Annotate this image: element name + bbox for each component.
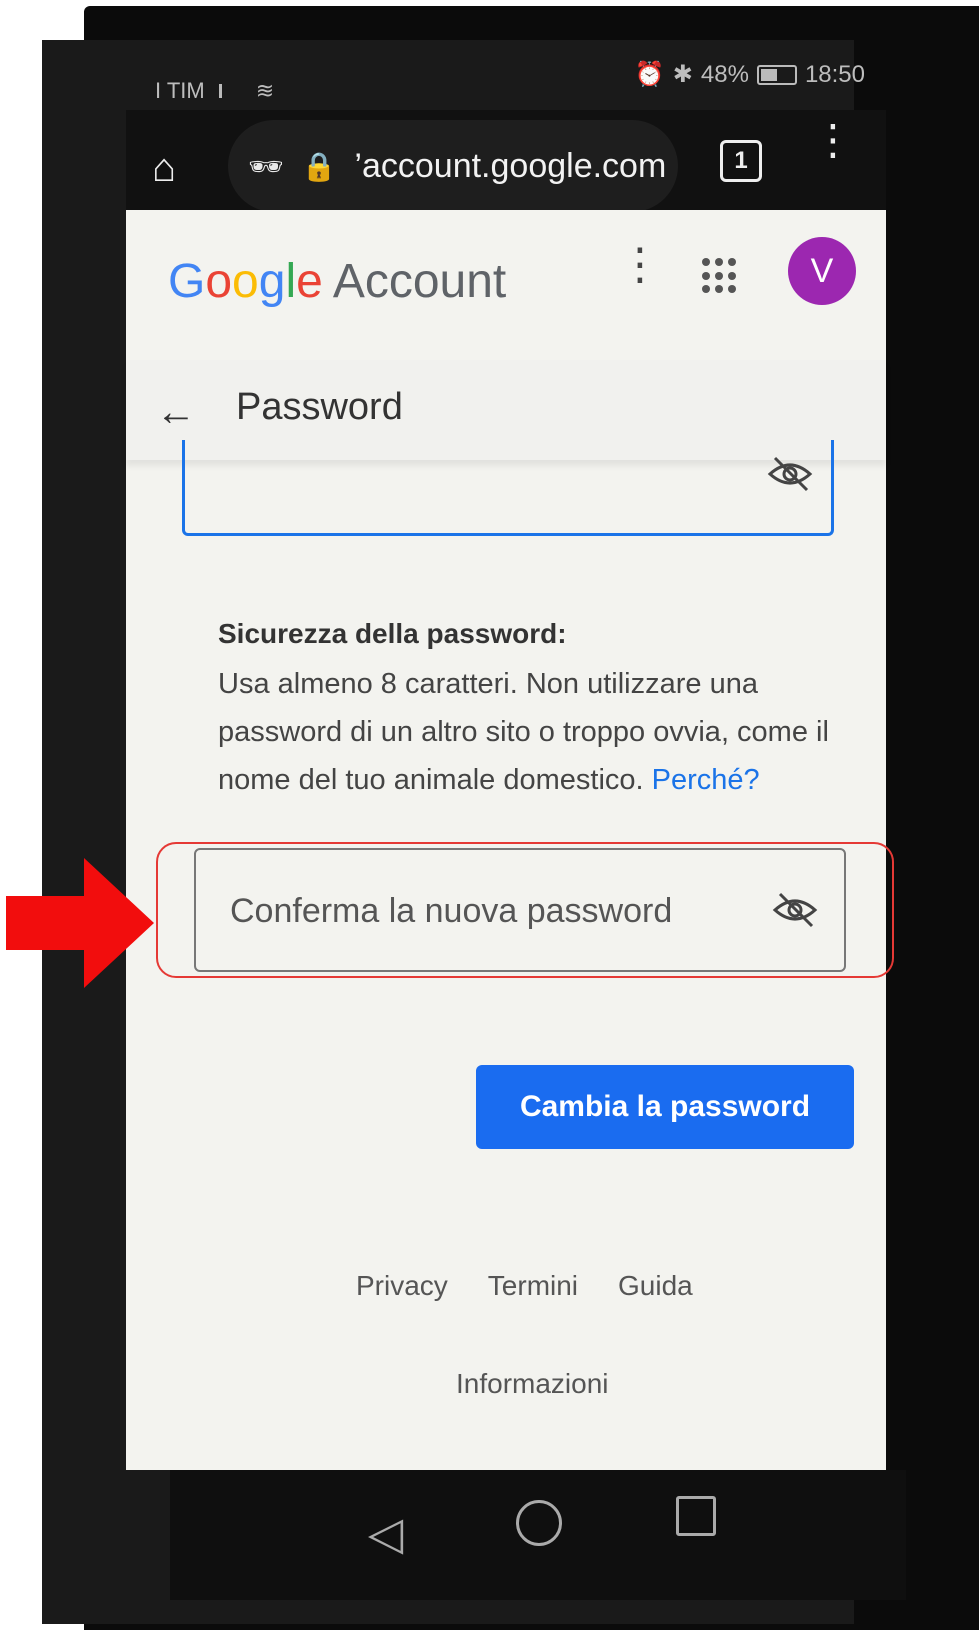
annotation-highlight-box: [156, 842, 894, 978]
annotation-arrow-icon: [6, 858, 154, 988]
browser-toolbar: ⌂ 🕶 🔒 ’account.google.com 1 ⋮: [126, 110, 886, 220]
battery-icon: [756, 64, 797, 85]
signal-icon: [218, 84, 246, 98]
why-link[interactable]: Perché?: [652, 764, 760, 796]
bluetooth-icon: ✱: [672, 61, 693, 88]
home-icon[interactable]: ⌂: [152, 146, 196, 190]
more-options-icon[interactable]: ⋮: [618, 243, 662, 287]
wifi-icon: ≋: [255, 78, 275, 103]
logo-suffix: Account: [332, 255, 507, 308]
footer-link-info[interactable]: Informazioni: [456, 1368, 609, 1400]
footer-link-help[interactable]: Guida: [618, 1270, 693, 1302]
footer-link-terms[interactable]: Termini: [488, 1270, 578, 1302]
url-text: ’account.google.com: [354, 146, 667, 185]
footer-links: Privacy Termini Guida: [356, 1270, 693, 1302]
carrier-label: I TIM: [155, 78, 205, 103]
logo-letter: o: [205, 255, 233, 308]
google-account-logo[interactable]: Google Account: [168, 254, 506, 309]
browser-menu-icon[interactable]: ⋮: [812, 119, 854, 184]
tab-switcher-button[interactable]: 1: [720, 140, 762, 182]
logo-letter: g: [258, 255, 286, 308]
logo-letter: G: [168, 255, 206, 308]
incognito-icon: 🕶: [248, 150, 284, 182]
back-arrow-icon[interactable]: ←: [156, 390, 196, 435]
avatar[interactable]: V: [788, 237, 856, 305]
status-right: ⏰ ✱ 48% 18:50: [635, 60, 865, 89]
battery-percent: 48%: [700, 60, 749, 88]
lock-icon: 🔒: [301, 150, 337, 182]
change-password-button[interactable]: Cambia la password: [476, 1065, 854, 1149]
clock: 18:50: [804, 60, 865, 88]
alarm-icon: ⏰: [634, 61, 665, 88]
strength-title: Sicurezza della password:: [218, 618, 567, 649]
footer-link-privacy[interactable]: Privacy: [356, 1270, 448, 1302]
logo-letter: l: [285, 255, 297, 308]
nav-home-icon[interactable]: [516, 1500, 562, 1546]
strength-body: Usa almeno 8 caratteri. Non utilizzare u…: [218, 660, 858, 804]
nav-recents-icon[interactable]: [676, 1496, 716, 1536]
page-content: Google Account ⋮ V ← Password Sicurezza d…: [126, 210, 886, 1470]
status-left: I TIM ≋: [155, 78, 274, 104]
address-bar[interactable]: 🕶 🔒 ’account.google.com: [228, 120, 678, 212]
logo-letter: e: [296, 255, 323, 308]
page-title: Password: [236, 386, 403, 428]
apps-grid-icon[interactable]: [702, 258, 738, 294]
google-account-header: Google Account ⋮ V: [126, 210, 886, 360]
status-bar: I TIM ≋ ⏰ ✱ 48% 18:50: [125, 50, 885, 104]
new-password-field[interactable]: [182, 440, 834, 536]
nav-back-icon[interactable]: ◁: [368, 1506, 403, 1560]
logo-letter: o: [232, 255, 259, 308]
visibility-off-icon[interactable]: [767, 454, 813, 494]
system-nav-bar: ◁: [170, 1470, 906, 1600]
